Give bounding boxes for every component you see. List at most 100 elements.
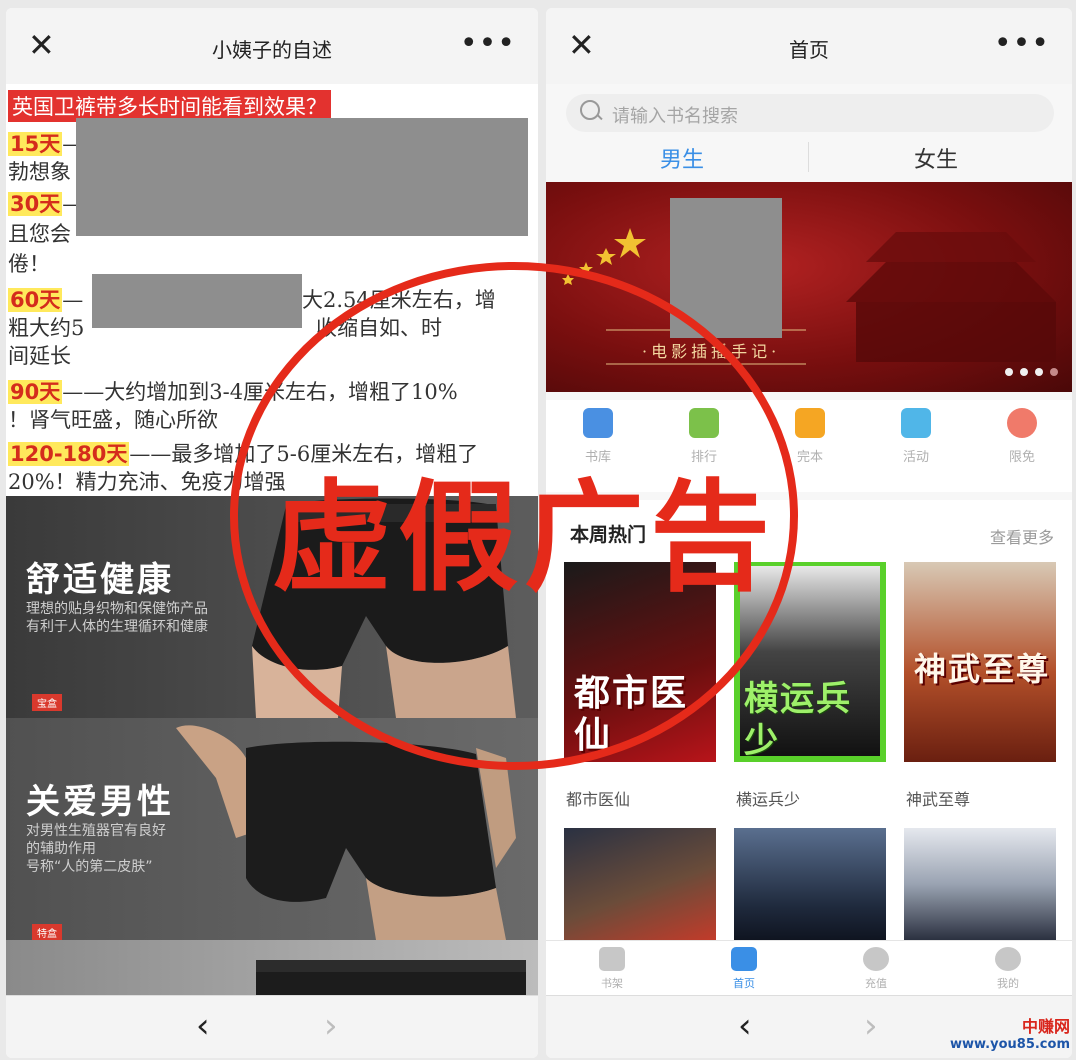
tab-recharge[interactable]: 充值 bbox=[846, 947, 906, 991]
home-icon bbox=[731, 947, 757, 971]
carousel-dot[interactable] bbox=[1035, 368, 1043, 376]
book-cover[interactable] bbox=[564, 828, 716, 940]
watermark-url: www.you85.com bbox=[949, 1037, 1070, 1052]
underwear-figure bbox=[256, 960, 526, 1002]
article-text: ——大约增加到3-4厘米左右，增粗了10% bbox=[62, 380, 458, 404]
day-badge: 15天 bbox=[8, 132, 63, 156]
article-line-120b: 20%！精力充沛、免疫力增强 bbox=[8, 470, 286, 494]
category-label: 限免 bbox=[1008, 450, 1035, 465]
banner-caption: ·电影插播手记· bbox=[642, 342, 781, 361]
carousel-dots[interactable] bbox=[998, 361, 1058, 380]
ad-desc-line: 的辅助作用 bbox=[26, 841, 96, 857]
profile-icon bbox=[995, 947, 1021, 971]
article-line-60b: 粗大约5 bbox=[8, 316, 85, 340]
product-ad-2[interactable]: 关爱男性 对男性生殖器官有良好 的辅助作用 号称“人的第二皮肤” 特盒 bbox=[6, 718, 538, 940]
book-name[interactable]: 神武至尊 bbox=[906, 786, 970, 810]
left-phone-screen: ✕ 小姨子的自述 ••• 英国卫裤带多长时间能看到效果？ 15天— 勃想象 30… bbox=[6, 8, 538, 1058]
recharge-icon bbox=[863, 947, 889, 971]
hot-this-week-section: 本周热门 查看更多 都市医仙 横运兵少 神武至尊 都市医仙 横运兵少 神武至尊 bbox=[546, 500, 1072, 940]
gift-icon bbox=[901, 408, 931, 438]
clock-icon bbox=[1007, 408, 1037, 438]
site-watermark: 中赚网 www.you85.com bbox=[950, 1018, 1070, 1054]
article-line-30b: 且您会 bbox=[8, 222, 71, 246]
search-input[interactable]: 请输入书名搜索 bbox=[566, 94, 1054, 132]
book-cover[interactable] bbox=[734, 828, 886, 940]
cover-title: 都市医仙 bbox=[574, 672, 689, 756]
more-icon[interactable]: ••• bbox=[460, 26, 516, 61]
redaction-block bbox=[670, 198, 782, 338]
tab-divider bbox=[808, 142, 809, 172]
left-title-bar: ✕ 小姨子的自述 ••• bbox=[6, 8, 538, 84]
forward-arrow-icon[interactable]: › bbox=[864, 1006, 878, 1046]
ad-heading: 舒适健康 bbox=[26, 560, 174, 600]
category-events[interactable]: 活动 bbox=[876, 408, 956, 465]
category-library[interactable]: 书库 bbox=[558, 408, 638, 465]
tab-label: 书架 bbox=[601, 977, 623, 990]
book-name[interactable]: 都市医仙 bbox=[566, 786, 630, 810]
right-phone-screen: ✕ 首页 ••• 请输入书名搜索 男生 女生 ·电影插播手记· 书库 排行 完本… bbox=[546, 8, 1072, 1058]
redaction-block bbox=[92, 274, 302, 328]
article-line-60b-tail: 收缩自如、时 bbox=[316, 316, 442, 340]
left-bottom-nav: ‹ › bbox=[6, 995, 538, 1058]
article-line-60: 60天— bbox=[8, 284, 83, 314]
cover-title: 横运兵少 bbox=[744, 679, 852, 761]
section-title: 本周热门 bbox=[570, 524, 647, 546]
tab-profile[interactable]: 我的 bbox=[978, 947, 1038, 991]
bookshelf-icon bbox=[599, 947, 625, 971]
see-more-link[interactable]: 查看更多 bbox=[990, 524, 1054, 548]
book-cover[interactable] bbox=[904, 828, 1056, 940]
tab-male[interactable]: 男生 bbox=[660, 142, 704, 174]
category-label: 书库 bbox=[584, 450, 611, 465]
ad-tag: 宝盒 bbox=[32, 694, 62, 711]
banner-artwork bbox=[562, 228, 1056, 365]
carousel-dot[interactable] bbox=[1050, 368, 1058, 376]
watermark-name: 中赚网 bbox=[1021, 1017, 1070, 1036]
category-complete[interactable]: 完本 bbox=[770, 408, 850, 465]
library-icon bbox=[583, 408, 613, 438]
book-cover[interactable]: 都市医仙 bbox=[564, 562, 716, 762]
tab-home[interactable]: 首页 bbox=[714, 947, 774, 991]
article-line-30c: 倦！ bbox=[8, 252, 50, 276]
article-line-30: 30天— bbox=[8, 188, 83, 218]
tab-bookshelf[interactable]: 书架 bbox=[582, 947, 642, 991]
underwear-figure bbox=[176, 725, 516, 940]
carousel-dot[interactable] bbox=[1020, 368, 1028, 376]
tab-female[interactable]: 女生 bbox=[914, 142, 958, 174]
category-ranking[interactable]: 排行 bbox=[664, 408, 744, 465]
left-page-title: 小姨子的自述 bbox=[212, 38, 332, 62]
tab-label: 充值 bbox=[865, 977, 887, 990]
ad-heading: 关爱男性 bbox=[26, 782, 174, 822]
article-line-90: 90天——大约增加到3-4厘米左右，增粗了10% bbox=[8, 376, 458, 406]
article-line-15: 15天— bbox=[8, 128, 83, 158]
article-text: — bbox=[62, 288, 84, 312]
promo-banner[interactable]: ·电影插播手记· bbox=[546, 182, 1072, 392]
day-badge: 120-180天 bbox=[8, 442, 130, 466]
forward-arrow-icon[interactable]: › bbox=[324, 1006, 338, 1046]
article-line-90b: ！肾气旺盛，随心所欲 bbox=[8, 408, 218, 432]
back-arrow-icon[interactable]: ‹ bbox=[196, 1006, 210, 1046]
carousel-dot[interactable] bbox=[1005, 368, 1013, 376]
back-arrow-icon[interactable]: ‹ bbox=[738, 1006, 752, 1046]
cover-title: 神武至尊 bbox=[914, 650, 1051, 688]
article-line-60-tail: 大2.54厘米左右，增 bbox=[302, 288, 496, 312]
article-line-120: 120-180天——最多增加了5-6厘米左右，增粗了 bbox=[8, 438, 478, 468]
underwear-figure bbox=[252, 498, 516, 718]
bottom-tab-bar: 书架 首页 充值 我的 bbox=[546, 940, 1072, 999]
complete-icon bbox=[795, 408, 825, 438]
section-accent bbox=[546, 524, 549, 542]
category-label: 排行 bbox=[690, 450, 717, 465]
product-ad-1[interactable]: 舒适健康 理想的贴身织物和保健饰产品 有利于人体的生理循环和健康 宝盒 bbox=[6, 496, 538, 718]
category-label: 完本 bbox=[796, 450, 823, 465]
day-badge: 30天 bbox=[8, 192, 63, 216]
product-ad-3[interactable] bbox=[6, 940, 538, 1002]
ad-desc-line: 对男性生殖器官有良好 bbox=[26, 823, 166, 839]
article-text: ——最多增加了5-6厘米左右，增粗了 bbox=[129, 442, 479, 466]
ranking-icon bbox=[689, 408, 719, 438]
book-cover[interactable]: 横运兵少 bbox=[734, 562, 886, 762]
ad-desc-line: 有利于人体的生理循环和健康 bbox=[26, 619, 208, 635]
category-free[interactable]: 限免 bbox=[982, 408, 1062, 465]
category-row: 书库 排行 完本 活动 限免 bbox=[546, 400, 1072, 492]
book-cover[interactable]: 神武至尊 bbox=[904, 562, 1056, 762]
more-icon[interactable]: ••• bbox=[994, 26, 1050, 61]
book-name[interactable]: 横运兵少 bbox=[736, 786, 800, 810]
